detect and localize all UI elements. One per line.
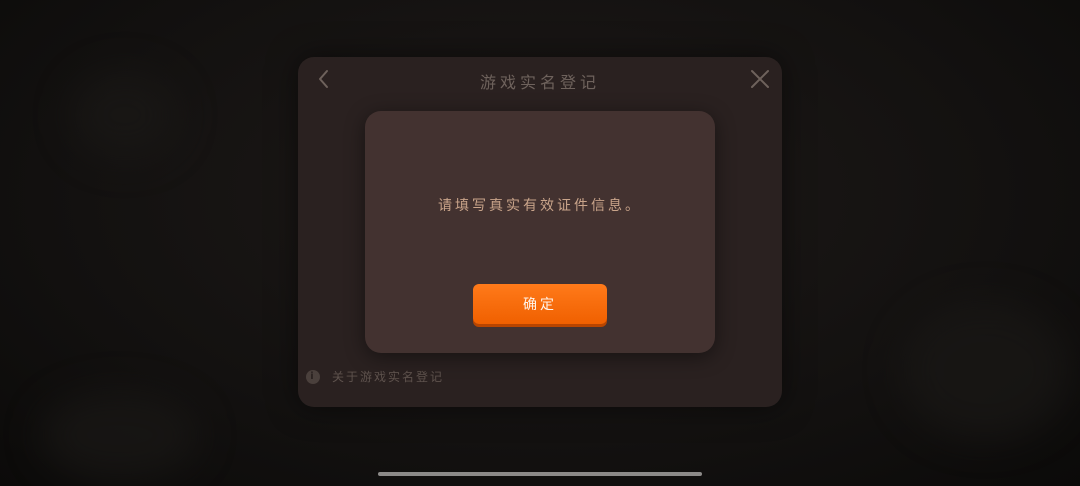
panel-title: 游戏实名登记 — [479, 73, 600, 92]
background-shape — [40, 390, 200, 480]
background-shape — [70, 70, 180, 160]
alert-dialog: 请填写真实有效证件信息。 确定 — [365, 111, 715, 353]
about-registration-link[interactable]: i 关于游戏实名登记 — [306, 368, 444, 385]
about-registration-label: 关于游戏实名登记 — [332, 370, 445, 384]
close-icon — [751, 70, 769, 88]
info-icon: i — [306, 369, 320, 384]
background-shape — [900, 300, 1070, 440]
confirm-button[interactable]: 确定 — [473, 284, 607, 324]
close-button[interactable] — [746, 65, 774, 93]
game-screen: 游戏实名登记 i 关于游戏实名登记 请填写真实有效证件信息。 确定 — [0, 0, 1080, 486]
alert-message: 请填写真实有效证件信息。 — [438, 198, 642, 214]
home-indicator[interactable] — [378, 472, 702, 476]
